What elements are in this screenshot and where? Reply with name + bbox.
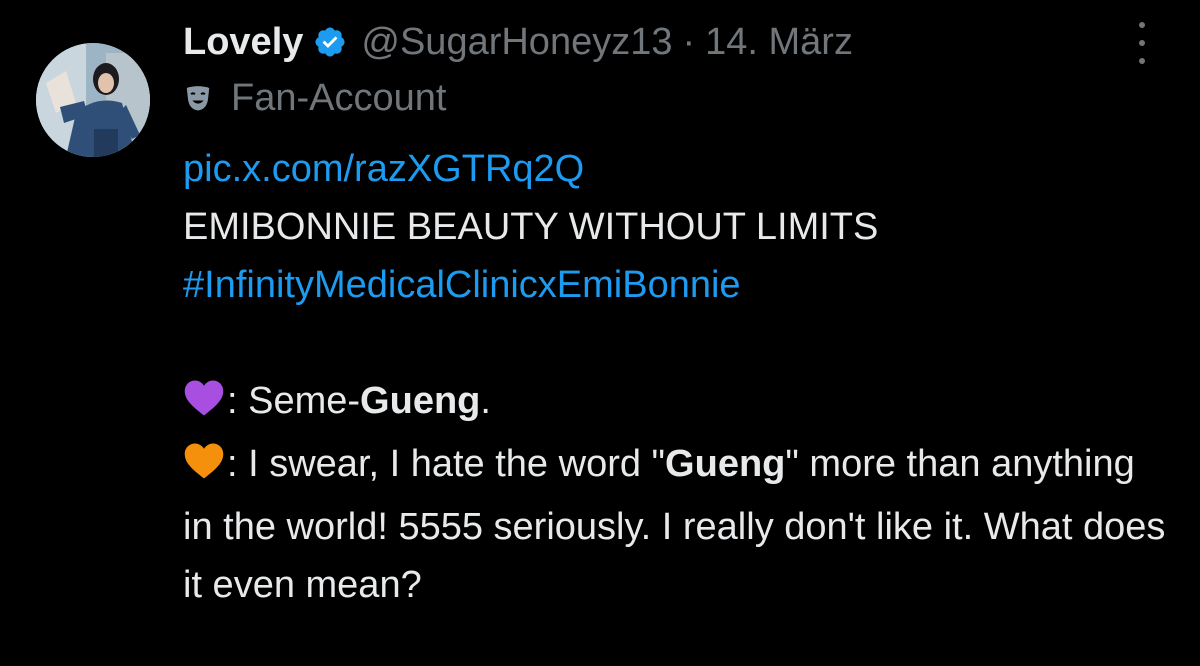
display-name[interactable]: Lovely (183, 21, 303, 64)
avatar[interactable] (36, 43, 150, 157)
verified-badge-icon[interactable] (313, 25, 347, 59)
tweet-text: pic.x.com/razXGTRq2Q EMIBONNIE BEAUTY WI… (183, 140, 1173, 614)
separator-dot: · (682, 20, 696, 63)
more-dot (1139, 58, 1145, 64)
more-options-icon[interactable] (1132, 22, 1152, 64)
account-label-text: Fan-Account (231, 76, 447, 119)
purple-heart-icon (183, 377, 225, 435)
handle[interactable]: @SugarHoneyz13 (361, 21, 672, 64)
headline-text: EMIBONNIE BEAUTY WITHOUT LIMITS (183, 206, 879, 248)
account-label: Fan-Account (183, 72, 446, 124)
tweet-header: Lovely @SugarHoneyz13 · 14. März (183, 14, 853, 70)
more-dot (1139, 40, 1145, 46)
more-dot (1139, 22, 1145, 28)
orange-heart-icon (183, 440, 225, 498)
theater-mask-icon (183, 83, 213, 113)
media-link[interactable]: pic.x.com/razXGTRq2Q (183, 148, 584, 190)
post-date[interactable]: 14. März (705, 21, 853, 64)
hashtag-link[interactable]: #InfinityMedicalClinicxEmiBonnie (183, 264, 741, 306)
dialogue-line-1: : Seme-Gueng. (183, 372, 1173, 435)
dialogue-line-2: : I swear, I hate the word "Gueng" more … (183, 435, 1173, 614)
